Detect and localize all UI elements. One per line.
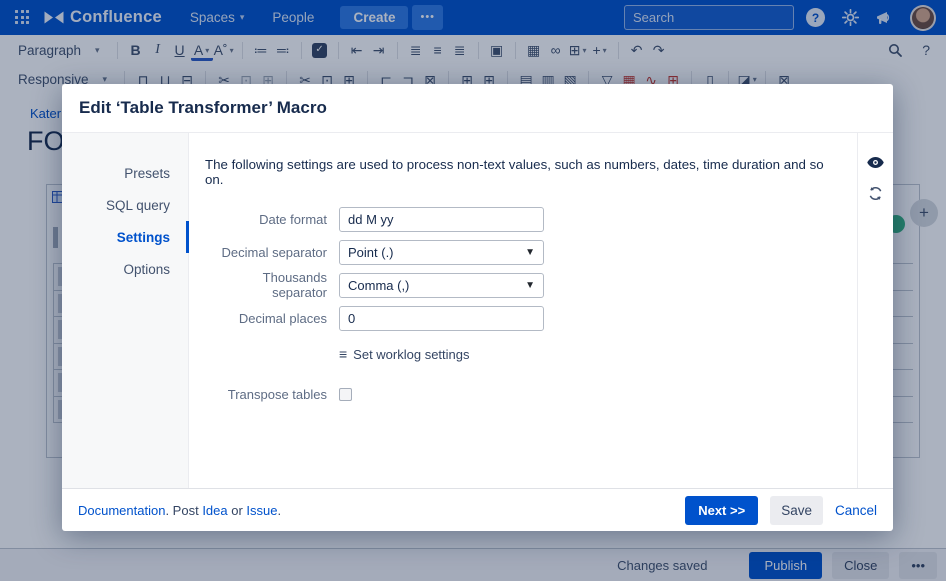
issue-link[interactable]: Issue: [246, 503, 277, 518]
preview-eye-icon[interactable]: [866, 153, 886, 171]
edit-macro-dialog: Edit ‘Table Transformer’ Macro PresetsSQ…: [62, 84, 893, 531]
dialog-title: Edit ‘Table Transformer’ Macro: [79, 98, 327, 118]
dialog-footer: Documentation. Post Idea or Issue. Next …: [62, 488, 893, 531]
idea-link[interactable]: Idea: [202, 503, 227, 518]
menu-icon: ≡: [339, 346, 347, 362]
tab-sql-query[interactable]: SQL query: [62, 189, 189, 221]
transpose-tables-checkbox[interactable]: [339, 388, 352, 401]
dialog-side-actions: [857, 133, 893, 488]
dialog-body: PresetsSQL querySettingsOptions The foll…: [62, 133, 893, 488]
tab-settings[interactable]: Settings: [62, 221, 189, 253]
dialog-tabs: PresetsSQL querySettingsOptions: [62, 133, 189, 488]
date-format-label: Date format: [205, 212, 327, 227]
footer-buttons: Next >> Save Cancel: [685, 496, 877, 525]
settings-description: The following settings are used to proce…: [205, 157, 841, 187]
transpose-tables-label: Transpose tables: [205, 387, 327, 402]
refresh-icon[interactable]: [866, 184, 886, 202]
transpose-tables-row: Transpose tables: [205, 382, 841, 406]
footer-links: Documentation. Post Idea or Issue.: [78, 503, 281, 518]
dialog-header: Edit ‘Table Transformer’ Macro: [62, 84, 893, 133]
tab-options[interactable]: Options: [62, 253, 189, 285]
tab-presets[interactable]: Presets: [62, 157, 189, 189]
save-button[interactable]: Save: [770, 496, 823, 525]
confluence-editor-screen: Confluence Spaces▾ People Create ••• ?: [0, 0, 946, 581]
decimal-places-row: Decimal places: [205, 306, 841, 330]
thousands-separator-row: Thousands separator Comma (,) ▼: [205, 273, 841, 297]
thousands-separator-select[interactable]: Comma (,) ▼: [339, 273, 544, 298]
decimal-separator-row: Decimal separator Point (.) ▼: [205, 240, 841, 264]
select-caret-icon: ▼: [525, 280, 535, 291]
decimal-separator-select[interactable]: Point (.) ▼: [339, 240, 544, 265]
documentation-link[interactable]: Documentation: [78, 503, 165, 518]
next-button[interactable]: Next >>: [685, 496, 758, 525]
set-worklog-settings-link[interactable]: ≡ Set worklog settings: [339, 344, 841, 364]
decimal-separator-label: Decimal separator: [205, 245, 327, 260]
thousands-separator-label: Thousands separator: [205, 270, 327, 300]
settings-panel: The following settings are used to proce…: [189, 133, 857, 488]
select-caret-icon: ▼: [525, 247, 535, 258]
decimal-places-label: Decimal places: [205, 311, 327, 326]
cancel-button[interactable]: Cancel: [835, 503, 877, 518]
date-format-row: Date format: [205, 207, 841, 231]
decimal-places-input[interactable]: [339, 306, 544, 331]
date-format-input[interactable]: [339, 207, 544, 232]
